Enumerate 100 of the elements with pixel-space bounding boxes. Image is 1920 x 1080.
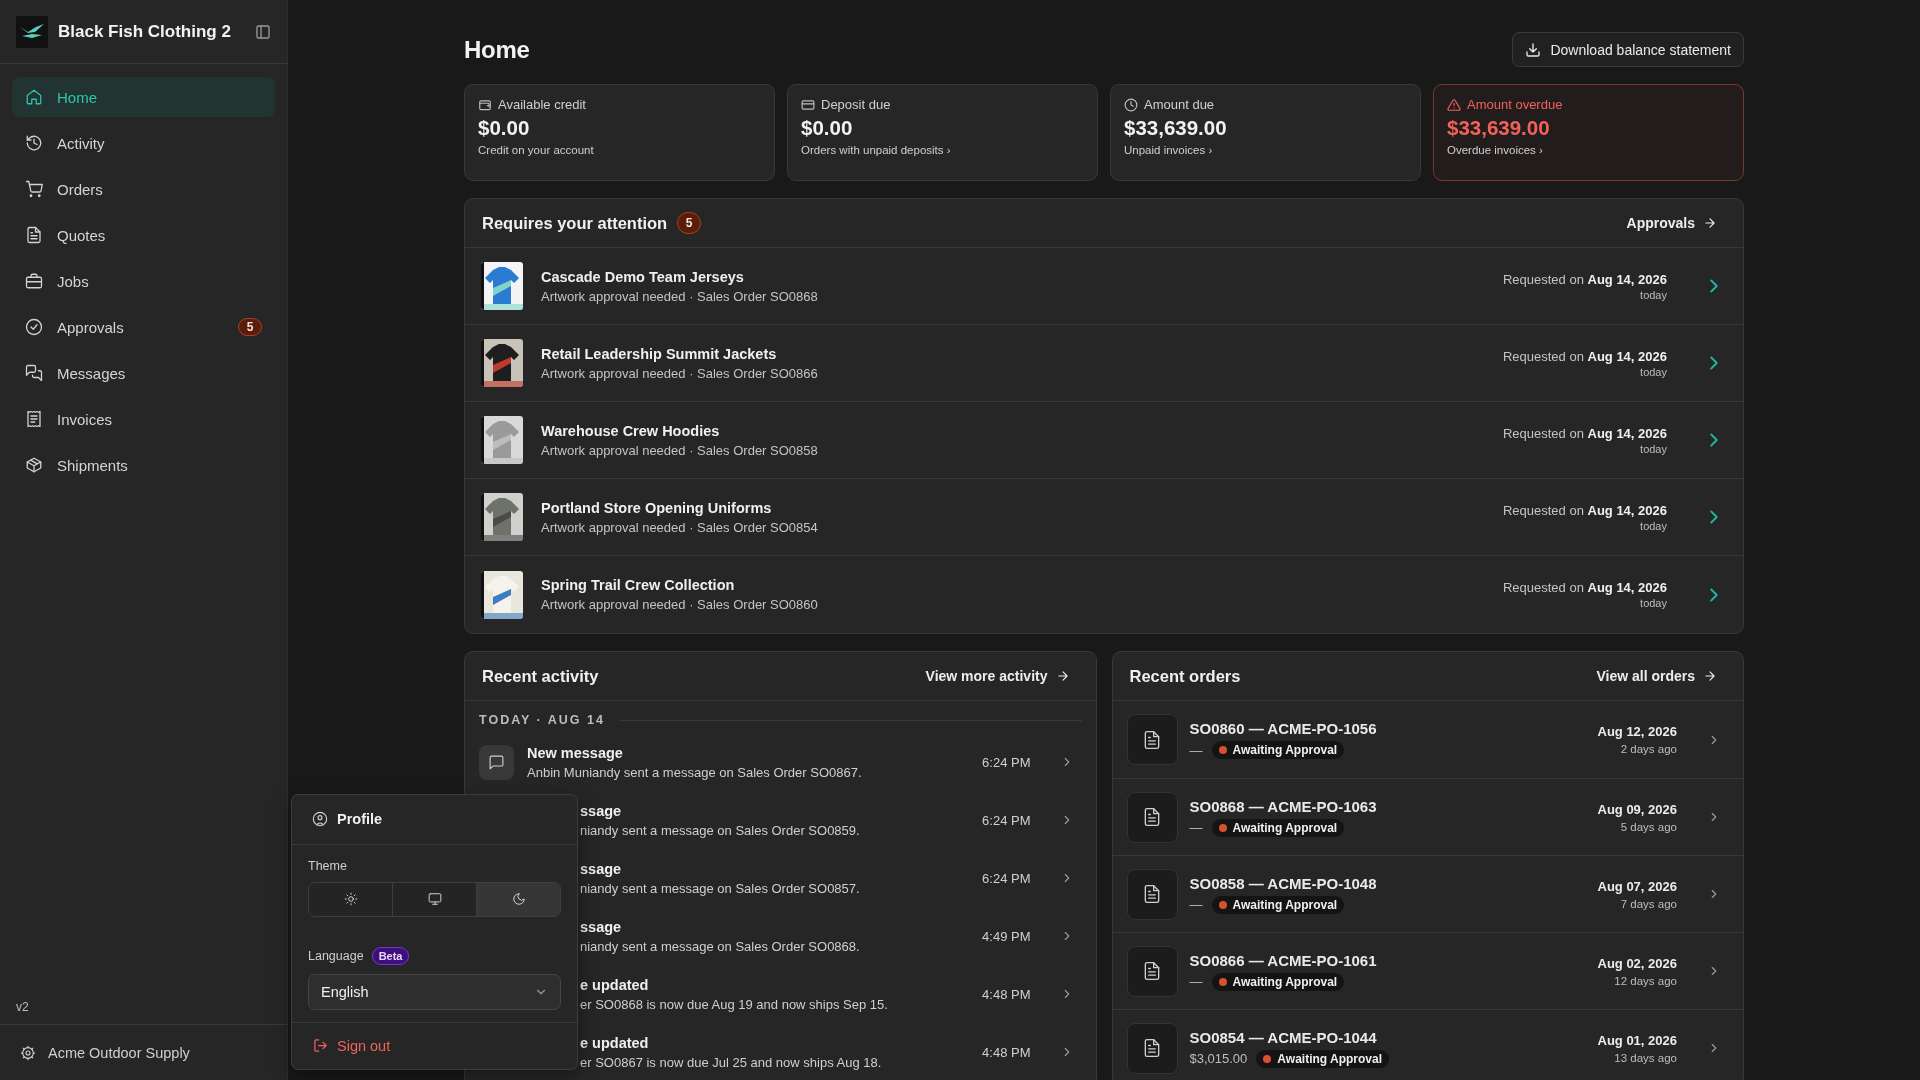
item-subtitle: Artwork approval needed · Sales Order SO0860 (541, 597, 819, 612)
status-dot (1218, 900, 1227, 909)
order-date: Aug 09, 2026 (1597, 801, 1677, 817)
order-title[interactable]: SO0866 — ACME-PO-1061 (1189, 951, 1586, 969)
card-amount: $0.00 (801, 116, 854, 140)
relative-time: 12 days ago (1614, 974, 1677, 987)
order-date: Aug 07, 2026 (1597, 878, 1677, 894)
order-title[interactable]: SO0854 — ACME-PO-1044 (1189, 1028, 1586, 1046)
order-amount: $3,015.00 (1189, 1051, 1248, 1066)
activity-detail: er SO0868 is now due Aug 19 and now ships Sep 15. (580, 996, 889, 1012)
settings-icon[interactable] (20, 1044, 36, 1061)
status-dot (1218, 977, 1227, 986)
panel-title: Recent activity (482, 666, 599, 686)
logo (16, 15, 48, 48)
activity-detail: niandy sent a message on Sales Order SO0857. (580, 880, 861, 896)
relative-time: 7 days ago (1620, 897, 1677, 910)
order-title[interactable]: SO0868 — ACME-PO-1063 (1189, 797, 1586, 815)
panel-title: Recent orders (1129, 666, 1241, 686)
activity-title[interactable]: ssage (580, 918, 970, 935)
arrow-right-icon (1703, 216, 1717, 230)
card-link[interactable]: Credit on your account (478, 144, 761, 156)
relative-time: today (1640, 597, 1667, 609)
view-all-link[interactable]: View all orders (1596, 668, 1727, 684)
card-label: Deposit due (821, 97, 891, 112)
sign-out-link[interactable]: Sign out (292, 1022, 577, 1069)
activity-title[interactable]: ssage (580, 802, 970, 819)
nav-item[interactable]: Invoices (12, 399, 275, 439)
activity-time: 4:49 PM (982, 928, 1031, 944)
activity-title[interactable]: e updated (580, 976, 970, 993)
nav-item[interactable]: Orders (12, 169, 275, 209)
language-select[interactable]: English (308, 973, 561, 1010)
requested-date: Requested on Aug 14, 2026 (1502, 580, 1667, 595)
status-dot (1263, 1054, 1272, 1063)
wallet-icon (478, 97, 492, 112)
activity-title[interactable]: New message (527, 744, 970, 761)
order-title[interactable]: SO0860 — ACME-PO-1056 (1189, 720, 1586, 737)
activity-detail: Anbin Muniandy sent a message on Sales Order SO0867. (527, 764, 863, 780)
approvals-link[interactable]: Approvals (1626, 215, 1727, 231)
document-icon (1142, 729, 1162, 750)
order-date: Aug 01, 2026 (1597, 1032, 1677, 1048)
sidebar-toggle-icon[interactable] (255, 23, 271, 40)
item-subtitle: Artwork approval needed · Sales Order SO0858 (541, 442, 819, 458)
nav-item[interactable]: Activity (12, 123, 275, 163)
cart-icon (25, 180, 43, 198)
nav-item[interactable]: Shipments (12, 445, 275, 485)
activity-detail: niandy sent a message on Sales Order SO0859. (580, 822, 861, 838)
item-title[interactable]: Portland Store Opening Uniforms (541, 499, 1485, 516)
home-icon (25, 88, 43, 106)
nav-item[interactable]: Home (12, 77, 275, 117)
card-amount: $33,639.00 (1447, 116, 1551, 140)
activity-title[interactable]: e updated (580, 1034, 970, 1051)
check-circle-icon (25, 318, 43, 336)
nav-item[interactable]: Jobs (12, 261, 275, 301)
download-button[interactable]: Download balance statement (1512, 32, 1744, 67)
card-label: Amount due (1144, 97, 1215, 112)
arrow-right-icon (1055, 669, 1070, 683)
order-title[interactable]: SO0858 — ACME-PO-1048 (1189, 874, 1586, 892)
activity-title[interactable]: ssage (580, 860, 970, 877)
card-amount: $0.00 (478, 116, 531, 140)
activity-time: 6:24 PM (982, 870, 1031, 886)
moon-icon (511, 892, 526, 907)
account-name[interactable]: Acme Outdoor Supply (48, 1044, 190, 1061)
credit-card-icon (801, 97, 815, 112)
status-badge: Awaiting Approval (1256, 1049, 1390, 1068)
status-badge: Awaiting Approval (1211, 895, 1345, 914)
page-title: Home (464, 35, 530, 64)
card-link[interactable]: Orders with unpaid deposits › (801, 144, 1084, 156)
beta-badge: Beta (371, 946, 410, 965)
arrow-right-icon (1703, 669, 1717, 683)
document-icon (1142, 1038, 1162, 1058)
card-amount: $33,639.00 (1124, 116, 1228, 140)
requested-date: Requested on Aug 14, 2026 (1502, 502, 1667, 518)
card-link[interactable]: Overdue invoices › (1447, 144, 1730, 156)
view-more-link[interactable]: View more activity (925, 668, 1080, 684)
count-badge: 5 (677, 212, 702, 234)
order-date: Aug 12, 2026 (1597, 724, 1677, 739)
package-icon (25, 456, 43, 474)
activity-time: 4:48 PM (982, 1044, 1031, 1060)
card-link[interactable]: Unpaid invoices › (1124, 144, 1407, 156)
document-icon (1142, 807, 1162, 827)
relative-time: today (1640, 519, 1667, 532)
item-subtitle: Artwork approval needed · Sales Order SO0866 (541, 365, 819, 381)
item-title[interactable]: Warehouse Crew Hoodies (541, 422, 1485, 439)
order-amount: — (1189, 742, 1203, 758)
item-title[interactable]: Spring Trail Crew Collection (541, 577, 1485, 593)
sun-icon (343, 892, 358, 907)
item-title[interactable]: Retail Leadership Summit Jackets (541, 345, 1485, 362)
relative-time: 5 days ago (1620, 820, 1677, 833)
count-badge: 5 (238, 318, 262, 336)
nav-item[interactable]: Approvals 5 (12, 307, 275, 347)
nav-item[interactable]: Messages (12, 353, 275, 393)
relative-time: 2 days ago (1620, 743, 1677, 755)
nav-item[interactable]: Quotes (12, 215, 275, 255)
document-icon (1142, 884, 1162, 904)
chat-bubbles-icon (25, 364, 43, 382)
relative-time: today (1640, 442, 1667, 455)
item-title[interactable]: Cascade Demo Team Jerseys (541, 268, 1485, 285)
document-icon (25, 226, 43, 244)
requested-date: Requested on Aug 14, 2026 (1502, 348, 1667, 364)
item-subtitle: Artwork approval needed · Sales Order SO0868 (541, 288, 819, 304)
